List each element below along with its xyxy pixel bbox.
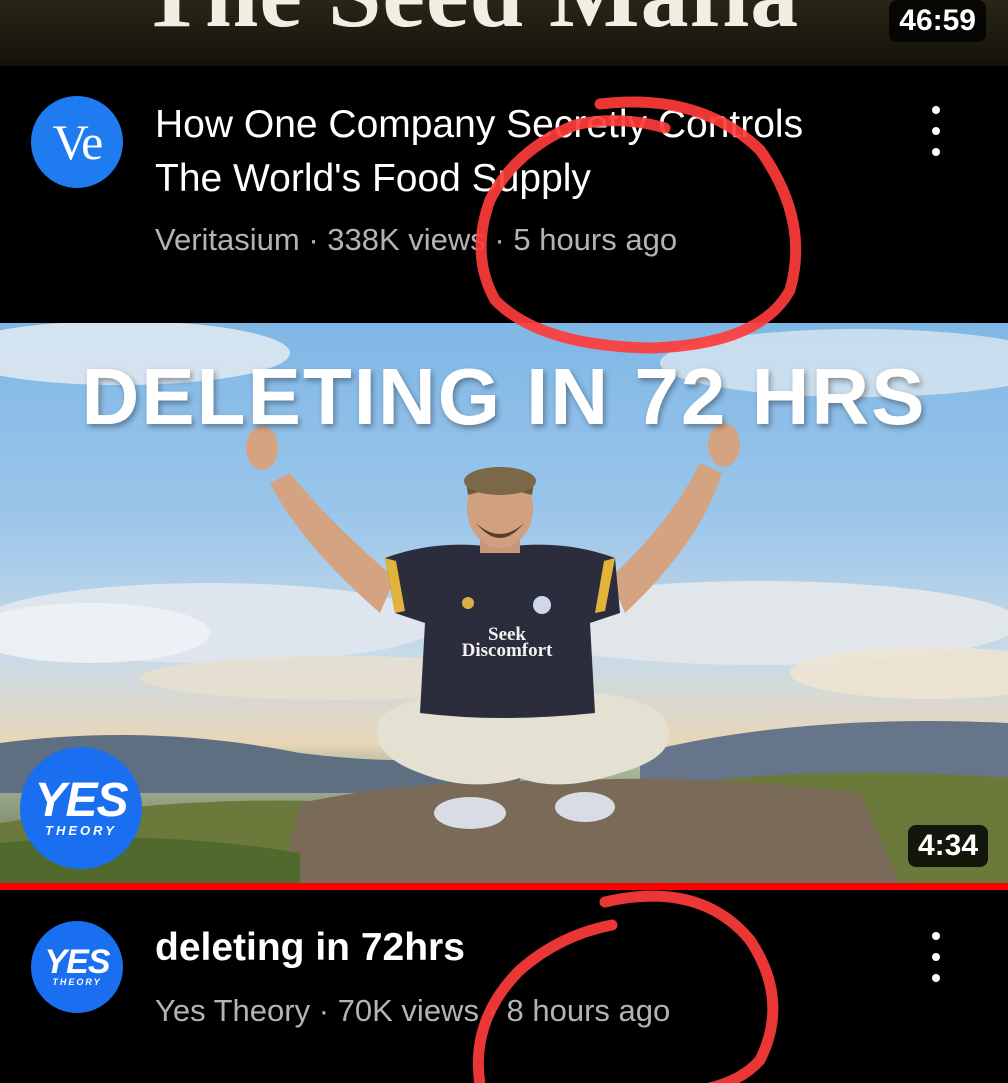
- video-title[interactable]: deleting in 72hrs: [155, 921, 875, 975]
- duration-badge: 4:34: [907, 825, 988, 867]
- thumbnail-title: The Seed Mafia: [140, 0, 799, 49]
- more-options-button[interactable]: [916, 106, 956, 156]
- more-vertical-icon: [932, 106, 940, 114]
- video-info-2[interactable]: YES THEORY deleting in 72hrs Yes Theory …: [0, 890, 1008, 1083]
- avatar-logo-text: YES: [44, 943, 110, 981]
- duration-badge: 46:59: [889, 0, 986, 42]
- watch-progress-bar: [0, 883, 1008, 890]
- youtube-feed: The Seed Mafia 46:59 Ve How One Company …: [0, 0, 1008, 1083]
- avatar-logo-subtext: THEORY: [52, 977, 102, 987]
- channel-avatar-yes-theory[interactable]: YES THEORY: [31, 921, 123, 1013]
- video-meta: Yes Theory · 70K views · 8 hours ago: [155, 993, 671, 1028]
- logo-subtext: THEORY: [45, 822, 117, 838]
- channel-avatar-veritasium[interactable]: Ve: [31, 96, 123, 188]
- video-thumbnail-2[interactable]: DELETING IN 72 HRS Seek Discomfort YES T…: [0, 323, 1008, 883]
- video-info-1[interactable]: Ve How One Company Secretly Controls The…: [0, 66, 1008, 323]
- watch-progress-fill: [0, 883, 1008, 890]
- video-title[interactable]: How One Company Secretly Controls The Wo…: [155, 98, 875, 206]
- shirt-print-text: Seek Discomfort: [461, 624, 553, 661]
- logo-text: YES: [34, 773, 128, 827]
- more-options-button[interactable]: [916, 932, 956, 982]
- thumbnail-headline: DELETING IN 72 HRS: [81, 352, 927, 441]
- more-vertical-icon: [932, 932, 940, 940]
- video-meta: Veritasium · 338K views · 5 hours ago: [155, 222, 678, 257]
- video-thumbnail-1[interactable]: The Seed Mafia 46:59: [0, 0, 1008, 66]
- yes-theory-logo: YES THEORY: [20, 747, 142, 869]
